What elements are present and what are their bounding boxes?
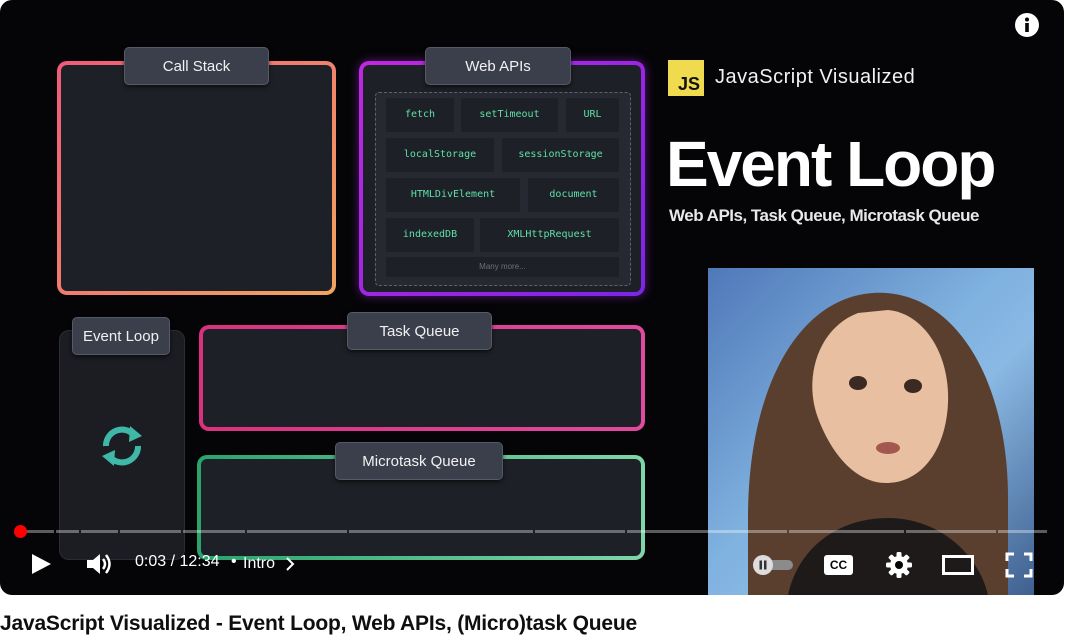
api-chip-indexeddb: indexedDB (386, 218, 474, 252)
progress-scrubber[interactable] (14, 525, 27, 538)
task-queue-label: Task Queue (347, 312, 492, 350)
call-stack-label: Call Stack (124, 47, 269, 85)
call-stack-panel (57, 61, 336, 295)
chevron-right-icon[interactable] (284, 556, 296, 572)
event-loop-label: Event Loop (72, 317, 170, 355)
loop-arrows-icon (102, 426, 142, 466)
api-chip-fetch: fetch (386, 98, 454, 132)
api-chip-settimeout: setTimeout (461, 98, 558, 132)
play-icon[interactable] (28, 551, 54, 577)
chapter-separator: • (231, 553, 237, 570)
api-chip-document: document (528, 178, 619, 212)
settings-icon[interactable] (885, 551, 913, 579)
api-chip-htmldivelement: HTMLDivElement (386, 178, 520, 212)
series-name: JavaScript Visualized (715, 66, 916, 88)
js-logo: JS (668, 60, 704, 96)
api-chip-localstorage: localStorage (386, 138, 494, 172)
web-apis-grid: fetch setTimeout URL localStorage sessio… (375, 92, 631, 286)
subtitle: Web APIs, Task Queue, Microtask Queue (669, 206, 979, 225)
api-chip-sessionstorage: sessionStorage (502, 138, 619, 172)
time-display: 0:03 / 12:34 (135, 553, 220, 570)
captions-icon[interactable]: CC (824, 555, 853, 575)
api-chip-xmlhttprequest: XMLHttpRequest (480, 218, 619, 252)
web-apis-label: Web APIs (425, 47, 571, 85)
video-title[interactable]: JavaScript Visualized - Event Loop, Web … (0, 612, 637, 636)
api-chip-many-more: Many more... (386, 257, 619, 277)
headline: Event Loop (666, 128, 996, 200)
progress-bar[interactable] (14, 525, 1047, 538)
video-player[interactable]: Call Stack Web APIs fetch setTimeout URL… (0, 0, 1064, 595)
fullscreen-icon[interactable] (1005, 552, 1033, 578)
chapter-title[interactable]: Intro (243, 555, 275, 573)
volume-icon[interactable] (85, 551, 113, 577)
autoplay-toggle-icon[interactable] (751, 554, 795, 576)
microtask-queue-label: Microtask Queue (335, 442, 503, 480)
theater-mode-icon[interactable] (942, 554, 974, 576)
api-chip-url: URL (566, 98, 619, 132)
info-icon[interactable] (1014, 12, 1040, 38)
player-controls: 0:03 / 12:34 • Intro CC (0, 520, 1064, 595)
